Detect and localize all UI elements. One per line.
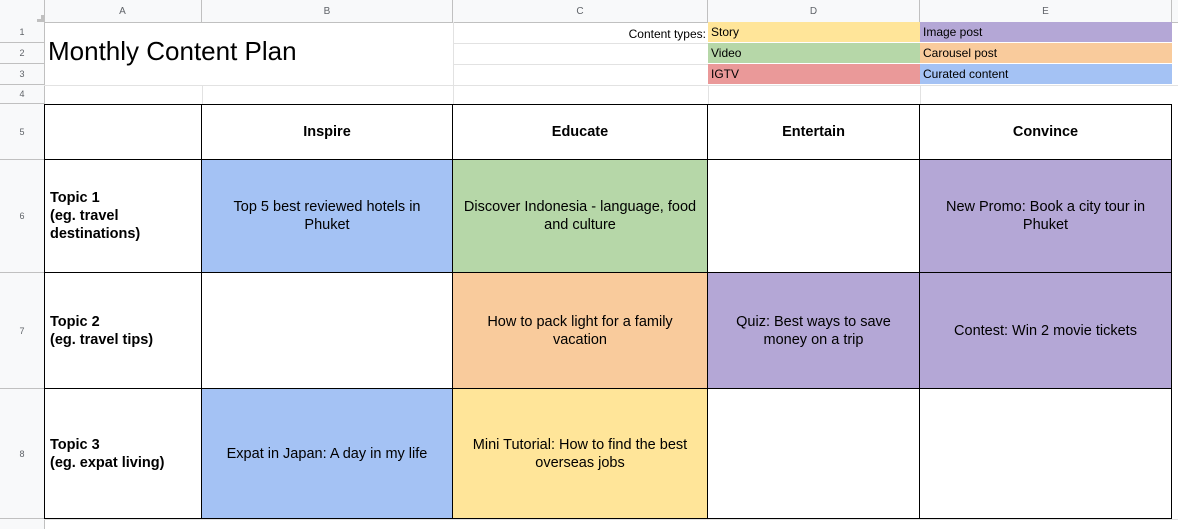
plan-cell-topic3-educate[interactable]: Mini Tutorial: How to find the best over…	[453, 389, 708, 519]
column-header-a[interactable]: A	[44, 0, 202, 22]
table-corner-cell[interactable]	[44, 104, 202, 160]
plan-cell-topic3-entertain[interactable]	[708, 389, 920, 519]
plan-cell-topic2-educate[interactable]: How to pack light for a family vacation	[453, 273, 708, 389]
gridline	[44, 519, 1178, 520]
row-header-5[interactable]: 5	[0, 104, 44, 160]
topic-2-cell[interactable]: Topic 2 (eg. travel tips)	[44, 273, 202, 389]
legend-carousel-post[interactable]: Carousel post	[920, 43, 1172, 64]
row-header-7[interactable]: 7	[0, 273, 44, 389]
column-header-b[interactable]: B	[202, 0, 453, 22]
row-header-8[interactable]: 8	[0, 389, 44, 519]
gridline	[708, 85, 709, 104]
row-header-4[interactable]: 4	[0, 85, 44, 104]
header-convince[interactable]: Convince	[920, 104, 1172, 160]
plan-cell-topic1-entertain[interactable]	[708, 160, 920, 273]
spreadsheet: A B C D E 1 2 3 4 5 6 7 8 Monthly Conten…	[0, 0, 1178, 529]
sheet-title[interactable]: Monthly Content Plan	[48, 36, 297, 67]
topic-3-cell[interactable]: Topic 3 (eg. expat living)	[44, 389, 202, 519]
legend-image-post[interactable]: Image post	[920, 22, 1172, 43]
gridline	[453, 64, 708, 65]
legend-curated-content[interactable]: Curated content	[920, 64, 1172, 85]
topic-1-cell[interactable]: Topic 1 (eg. travel destinations)	[44, 160, 202, 273]
gridline	[453, 43, 708, 44]
header-entertain[interactable]: Entertain	[708, 104, 920, 160]
plan-cell-topic2-convince[interactable]: Contest: Win 2 movie tickets	[920, 273, 1172, 389]
topic-3-label: Topic 3 (eg. expat living)	[50, 436, 165, 471]
plan-cell-topic3-inspire[interactable]: Expat in Japan: A day in my life	[202, 389, 453, 519]
gridline	[453, 22, 454, 104]
header-inspire[interactable]: Inspire	[202, 104, 453, 160]
topic-1-label: Topic 1 (eg. travel destinations)	[50, 190, 141, 242]
legend-video[interactable]: Video	[708, 43, 920, 64]
plan-cell-topic1-educate[interactable]: Discover Indonesia - language, food and …	[453, 160, 708, 273]
header-educate[interactable]: Educate	[453, 104, 708, 160]
gridline	[202, 85, 203, 104]
gridline	[920, 85, 921, 104]
content-types-label[interactable]: Content types:	[629, 27, 706, 41]
plan-cell-topic1-convince[interactable]: New Promo: Book a city tour in Phuket	[920, 160, 1172, 273]
column-header-c[interactable]: C	[453, 0, 708, 22]
row-header-3[interactable]: 3	[0, 64, 44, 85]
column-header-e[interactable]: E	[920, 0, 1172, 22]
plan-cell-topic2-entertain[interactable]: Quiz: Best ways to save money on a trip	[708, 273, 920, 389]
column-header-d[interactable]: D	[708, 0, 920, 22]
column-header-row: A B C D E	[0, 0, 1178, 23]
legend-igtv[interactable]: IGTV	[708, 64, 920, 85]
row-header-1[interactable]: 1	[0, 22, 44, 43]
row-header-6[interactable]: 6	[0, 160, 44, 273]
plan-cell-topic1-inspire[interactable]: Top 5 best reviewed hotels in Phuket	[202, 160, 453, 273]
row-header-2[interactable]: 2	[0, 43, 44, 64]
plan-cell-topic3-convince[interactable]	[920, 389, 1172, 519]
legend-story[interactable]: Story	[708, 22, 920, 43]
gridline	[44, 85, 1178, 86]
select-all-corner[interactable]	[0, 0, 45, 22]
plan-cell-topic2-inspire[interactable]	[202, 273, 453, 389]
topic-2-label: Topic 2 (eg. travel tips)	[50, 313, 154, 348]
